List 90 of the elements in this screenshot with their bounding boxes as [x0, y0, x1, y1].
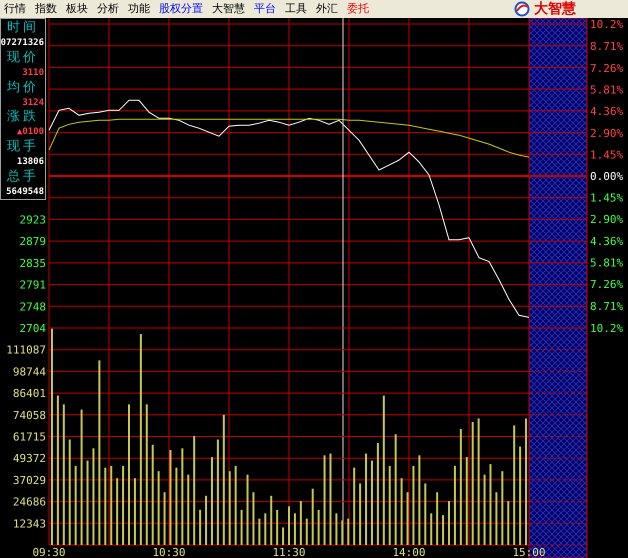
volume-bar [276, 510, 278, 545]
quote-label: 时间 [7, 20, 39, 36]
time-axis-label: 10:30 [152, 546, 186, 558]
menu-item[interactable]: 板块 [63, 1, 94, 17]
volume-bar [442, 515, 444, 545]
percent-axis-label: 8.71% [590, 300, 624, 313]
volume-bar [258, 518, 260, 545]
volume-bar [495, 492, 498, 545]
menu-item[interactable]: 功能 [125, 1, 156, 17]
volume-axis-label: 61715 [12, 430, 46, 444]
volume-bar [264, 513, 266, 545]
volume-bar [335, 513, 338, 545]
quote-value: 5649548 [6, 186, 44, 198]
volume-bar [312, 488, 314, 545]
volume-axis-label: 98744 [12, 365, 46, 378]
quote-value: 07271326 [0, 37, 44, 50]
volume-bar [341, 520, 344, 545]
volume-axis-label: 12343 [12, 517, 46, 530]
price-axis-label: 2835 [20, 256, 46, 270]
volume-axis-label: 111087 [6, 344, 46, 357]
quote-value: ▲0100 [16, 126, 44, 138]
quote-label: 均价 [7, 80, 39, 96]
quote-label: 现价 [7, 50, 39, 66]
menu-item[interactable]: 外汇 [313, 1, 344, 17]
volume-bar [294, 513, 296, 545]
volume-bar [400, 478, 403, 545]
menu-item[interactable]: 行情 [1, 1, 32, 17]
percent-axis-label: 7.26% [590, 278, 624, 292]
percent-axis-label: 2.90% [590, 126, 624, 140]
volume-bar [406, 492, 409, 545]
volume-bar [282, 527, 284, 545]
volume-bar [246, 474, 249, 545]
price-axis-label: 2923 [20, 213, 46, 226]
percent-axis-label: 4.36% [590, 234, 624, 248]
percent-axis-label: 4.36% [590, 105, 624, 118]
percent-axis-label: 10.2% [590, 18, 624, 31]
menu-item[interactable]: 工具 [282, 1, 313, 17]
price-axis-label: 2879 [20, 235, 46, 248]
menu-item[interactable]: 指数 [32, 1, 63, 17]
volume-bar [164, 492, 166, 545]
percent-axis-label: 5.81% [590, 256, 624, 270]
quote-value: 3124 [22, 96, 44, 109]
volume-bar [134, 478, 136, 545]
volume-axis-label: 49372 [12, 452, 46, 466]
volume-axis-label: 37029 [12, 474, 46, 487]
volume-bar [507, 501, 510, 545]
menu-item[interactable]: 平台 [251, 1, 282, 17]
quote-label: 现手 [7, 139, 39, 156]
volume-bar [187, 474, 190, 545]
volume-bar [424, 483, 426, 545]
percent-axis-label: 0.00% [590, 170, 624, 183]
percent-axis-label: 8.71% [590, 40, 624, 54]
price-axis-label: 2704 [20, 322, 46, 335]
menu-item[interactable]: 股权分置 [156, 1, 209, 17]
volume-bar [347, 518, 350, 545]
volume-bar [300, 501, 302, 545]
percent-axis-label: 2.90% [590, 213, 624, 226]
time-axis-label: 14:00 [392, 546, 426, 558]
price-axis-label: 2791 [20, 278, 46, 292]
percent-axis-label: 5.81% [590, 83, 624, 96]
menu-item[interactable]: 分析 [94, 1, 125, 17]
percent-axis-label: 1.45% [590, 192, 624, 205]
volume-bar [205, 496, 208, 545]
volume-bar [240, 510, 243, 545]
price-axis-label: 2748 [20, 300, 46, 314]
percent-axis-label: 10.2% [590, 322, 624, 335]
volume-bar [116, 478, 118, 545]
brand-name: 大智慧 [534, 0, 576, 18]
logo-icon [513, 1, 531, 17]
percent-axis-label: 1.45% [590, 148, 624, 162]
percent-axis-label: 7.26% [590, 62, 624, 75]
quote-label: 涨跌 [7, 109, 39, 126]
volume-axis-label: 24686 [12, 496, 46, 509]
volume-bar [436, 492, 438, 545]
quote-value: 3110 [22, 66, 44, 79]
volume-axis-label: 74058 [12, 408, 46, 422]
quote-label: 总手 [7, 168, 39, 185]
volume-bar [430, 513, 432, 545]
volume-bar [270, 496, 272, 545]
volume-bar [484, 474, 486, 545]
volume-bar [306, 518, 308, 545]
volume-bar [318, 510, 320, 545]
volume-bar [199, 510, 202, 545]
menu-item[interactable]: 大智慧 [209, 1, 251, 17]
volume-bar [359, 483, 362, 545]
volume-axis-label: 86401 [12, 387, 46, 400]
volume-bar [252, 492, 254, 545]
quote-value: 13806 [16, 156, 44, 168]
time-axis-label: 09:30 [32, 546, 66, 558]
time-axis-label: 11:30 [272, 546, 306, 558]
